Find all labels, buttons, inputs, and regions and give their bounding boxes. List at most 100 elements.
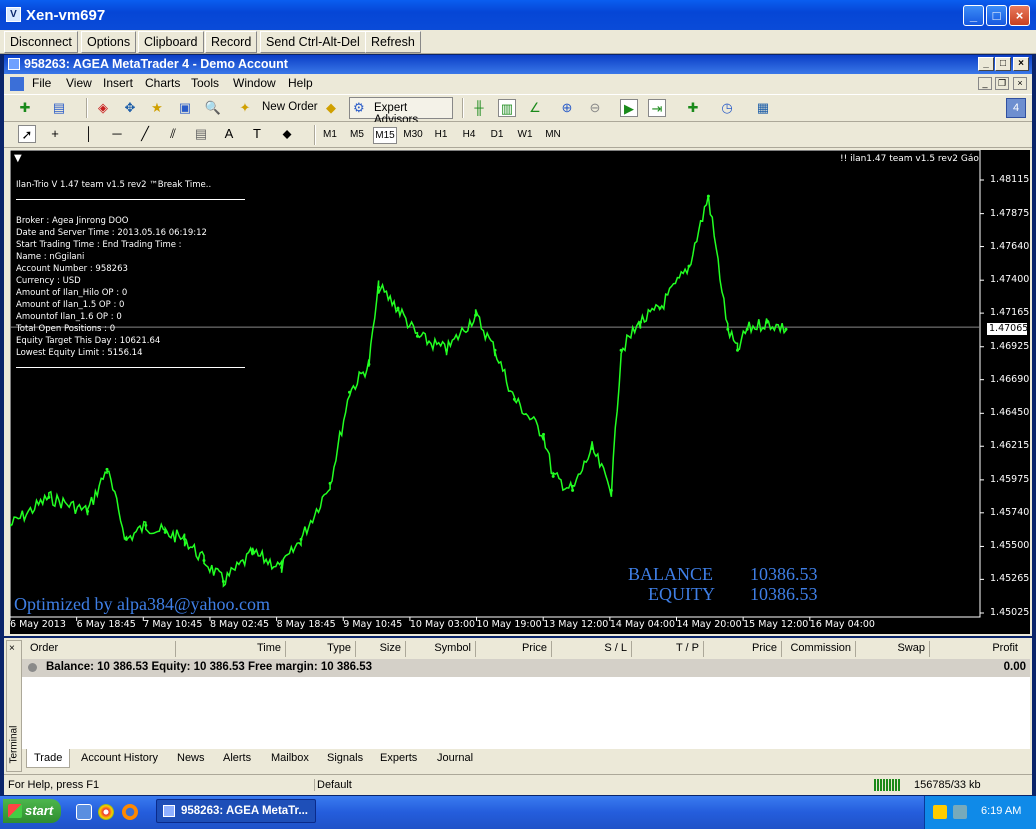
security-shield-icon[interactable] <box>933 805 947 819</box>
text-label-icon[interactable]: T <box>248 125 266 143</box>
tab-signals[interactable]: Signals <box>327 752 363 764</box>
col-order[interactable]: Order <box>26 641 176 657</box>
menu-tools[interactable]: Tools <box>191 76 219 90</box>
balance-row[interactable]: Balance: 10 386.53 Equity: 10 386.53 Fre… <box>22 659 1030 677</box>
ea-label: !! ilan1.47 team v1.5 rev2 Gáo <box>840 154 979 164</box>
tab-trade[interactable]: Trade <box>34 752 62 764</box>
metaeditor-icon[interactable]: ◆ <box>322 99 340 117</box>
col-time[interactable]: Time <box>176 641 286 657</box>
col-commission[interactable]: Commission <box>782 641 856 657</box>
indicators-icon[interactable]: ✚ <box>684 99 702 117</box>
terminal-icon[interactable]: ▣ <box>176 99 194 117</box>
trendline-icon[interactable]: ╱ <box>136 125 154 143</box>
period-d1-button[interactable]: D1 <box>485 127 509 144</box>
vertical-line-icon[interactable]: │ <box>80 125 98 143</box>
disconnect-button[interactable]: Disconnect <box>4 31 78 53</box>
col-swap[interactable]: Swap <box>856 641 930 657</box>
close-button[interactable]: × <box>1009 5 1030 26</box>
profiles-icon[interactable]: ▤ <box>50 99 68 117</box>
autoscroll-icon[interactable]: ▶ <box>620 99 638 117</box>
expert-advisors-button[interactable]: ⚙ Expert Advisors <box>349 97 453 126</box>
period-mn-button[interactable]: MN <box>541 127 565 144</box>
start-button[interactable]: start <box>3 799 61 823</box>
chart-menu-arrow[interactable]: ▼ <box>14 153 22 164</box>
templates-icon[interactable]: ▦ <box>754 99 772 117</box>
tab-experts[interactable]: Experts <box>380 752 417 764</box>
col-price[interactable]: Price <box>476 641 552 657</box>
col-profit[interactable]: Profit <box>930 641 1022 657</box>
data-window-icon[interactable]: ✥ <box>121 99 139 117</box>
tab-journal[interactable]: Journal <box>437 752 473 764</box>
market-watch-icon[interactable]: ◈ <box>94 99 112 117</box>
col-price-2[interactable]: Price <box>704 641 782 657</box>
mt4-close-button[interactable]: × <box>1013 57 1029 71</box>
line-chart-icon[interactable]: ∠ <box>526 99 544 117</box>
tab-mailbox[interactable]: Mailbox <box>271 752 309 764</box>
menu-view[interactable]: View <box>66 76 92 90</box>
period-m30-button[interactable]: M30 <box>401 127 425 144</box>
col-tp[interactable]: T / P <box>632 641 704 657</box>
tab-alerts[interactable]: Alerts <box>223 752 251 764</box>
periodicity-icon[interactable]: ◷ <box>718 99 736 117</box>
zoom-out-icon[interactable]: ⊖ <box>586 99 604 117</box>
price-point <box>609 488 613 492</box>
period-h4-button[interactable]: H4 <box>457 127 481 144</box>
minimize-button[interactable]: _ <box>963 5 984 26</box>
fibonacci-icon[interactable]: ▤ <box>192 125 210 143</box>
mdi-minimize-button[interactable]: _ <box>978 77 992 90</box>
menu-insert[interactable]: Insert <box>103 76 133 90</box>
equidistant-channel-icon[interactable]: ⫽ <box>164 125 182 143</box>
network-icon[interactable] <box>953 805 967 819</box>
mdi-close-button[interactable]: × <box>1013 77 1027 90</box>
bar-chart-icon[interactable]: ╫ <box>470 99 488 117</box>
alerts-counter-badge[interactable]: 4 <box>1006 98 1026 118</box>
options-button[interactable]: Options <box>81 31 137 53</box>
period-m5-button[interactable]: M5 <box>345 127 369 144</box>
maximize-button[interactable]: □ <box>986 5 1007 26</box>
send-ctrl-alt-del-button[interactable]: Send Ctrl-Alt-Del <box>260 31 366 53</box>
col-symbol[interactable]: Symbol <box>406 641 476 657</box>
mt4-minimize-button[interactable]: _ <box>978 57 994 71</box>
period-w1-button[interactable]: W1 <box>513 127 537 144</box>
navigator-icon[interactable]: ★ <box>148 99 166 117</box>
record-button[interactable]: Record <box>205 31 258 53</box>
new-chart-icon[interactable]: ✚ <box>16 99 34 117</box>
col-sl[interactable]: S / L <box>552 641 632 657</box>
taskbar-item-metatrader[interactable]: 958263: AGEA MetaTr... <box>156 799 316 823</box>
tester-icon[interactable]: 🔍 <box>204 99 222 117</box>
menu-charts[interactable]: Charts <box>145 76 180 90</box>
col-size[interactable]: Size <box>356 641 406 657</box>
text-icon[interactable]: A <box>220 125 238 143</box>
cursor-icon[interactable]: ➚ <box>18 125 36 143</box>
new-order-button[interactable]: New Order <box>262 101 318 113</box>
show-desktop-icon[interactable] <box>76 804 92 820</box>
zoom-in-icon[interactable]: ⊕ <box>558 99 576 117</box>
time-tick-label: 10 May 19:00 <box>476 619 542 630</box>
chrome-icon[interactable] <box>98 804 114 820</box>
period-m15-button[interactable]: M15 <box>373 127 397 144</box>
price-chart[interactable]: ▼ !! ilan1.47 team v1.5 rev2 Gáo Ilan-Tr… <box>10 150 1030 634</box>
period-m1-button[interactable]: M1 <box>318 127 342 144</box>
refresh-button[interactable]: Refresh <box>365 31 421 53</box>
price-tick-label: 1.46690 <box>990 373 1030 385</box>
clock[interactable]: 6:19 AM <box>981 805 1021 817</box>
menu-file[interactable]: File <box>32 76 51 90</box>
mt4-maximize-button[interactable]: □ <box>995 57 1011 71</box>
candlestick-icon[interactable]: ▥ <box>498 99 516 117</box>
terminal-close-icon[interactable]: × <box>9 643 15 654</box>
period-h1-button[interactable]: H1 <box>429 127 453 144</box>
firefox-icon[interactable] <box>122 804 138 820</box>
chart-shift-icon[interactable]: ⇥ <box>648 99 666 117</box>
clipboard-button[interactable]: Clipboard <box>138 31 204 53</box>
arrows-icon[interactable]: ⬥ <box>278 125 296 143</box>
menu-window[interactable]: Window <box>233 76 276 90</box>
info-line-6: Currency : USD <box>16 276 81 286</box>
tab-account-history[interactable]: Account History <box>81 752 158 764</box>
crosshair-icon[interactable]: + <box>46 125 64 143</box>
menu-help[interactable]: Help <box>288 76 313 90</box>
col-type[interactable]: Type <box>286 641 356 657</box>
mdi-restore-button[interactable]: ❐ <box>995 77 1009 90</box>
new-order-icon[interactable]: ✦ <box>236 99 254 117</box>
tab-news[interactable]: News <box>177 752 205 764</box>
horizontal-line-icon[interactable]: ─ <box>108 125 126 143</box>
